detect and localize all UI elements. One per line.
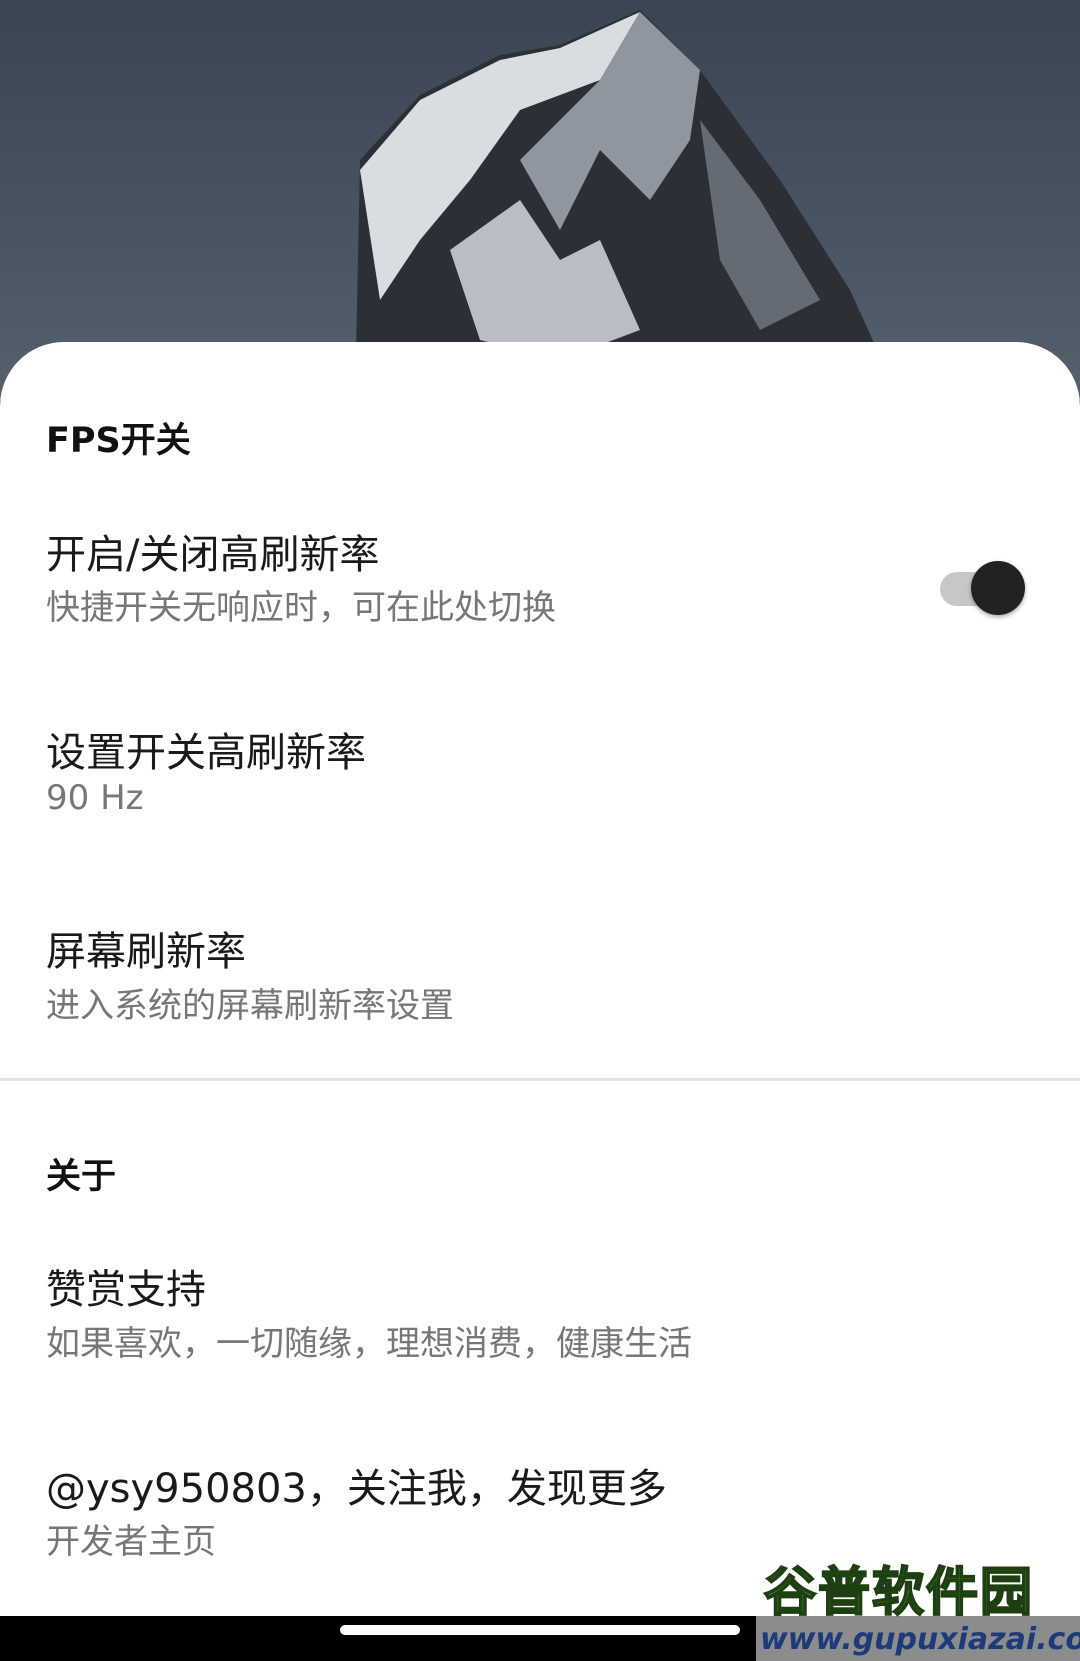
home-gesture-handle[interactable] <box>340 1625 740 1635</box>
pref-title-screen-refresh: 屏幕刷新率 <box>46 929 246 975</box>
pref-summary-set-high-refresh: 90 Hz <box>46 778 144 818</box>
settings-sheet: FPS开关 开启/关闭高刷新率 快捷开关无响应时，可在此处切换 设置开关高刷新率… <box>0 342 1080 1616</box>
watermark-title: 谷普软件园 <box>763 1562 1035 1624</box>
pref-summary-screen-refresh: 进入系统的屏幕刷新率设置 <box>46 986 454 1026</box>
pref-summary-toggle-high-refresh: 快捷开关无响应时，可在此处切换 <box>46 588 556 628</box>
pref-summary-developer: 开发者主页 <box>46 1522 216 1562</box>
section-title-fps: FPS开关 <box>46 421 191 461</box>
pref-title-donate: 赞赏支持 <box>46 1267 206 1313</box>
header-background-image <box>0 0 1080 400</box>
watermark-logo: 谷普软件园 www.gupuxiazai.com <box>756 1546 1080 1661</box>
pref-title-developer: @ysy950803，关注我，发现更多 <box>46 1466 667 1512</box>
pref-summary-donate: 如果喜欢，一切随缘，理想消费，健康生活 <box>46 1324 692 1364</box>
high-refresh-toggle-switch[interactable] <box>936 554 1028 615</box>
toggle-thumb <box>971 561 1025 615</box>
section-divider <box>0 1078 1080 1081</box>
watermark-url: www.gupuxiazai.com <box>760 1622 1080 1657</box>
pref-title-toggle-high-refresh: 开启/关闭高刷新率 <box>46 532 380 578</box>
pref-title-set-high-refresh: 设置开关高刷新率 <box>46 730 366 776</box>
mountain-illustration <box>355 10 900 400</box>
section-title-about: 关于 <box>46 1157 117 1197</box>
